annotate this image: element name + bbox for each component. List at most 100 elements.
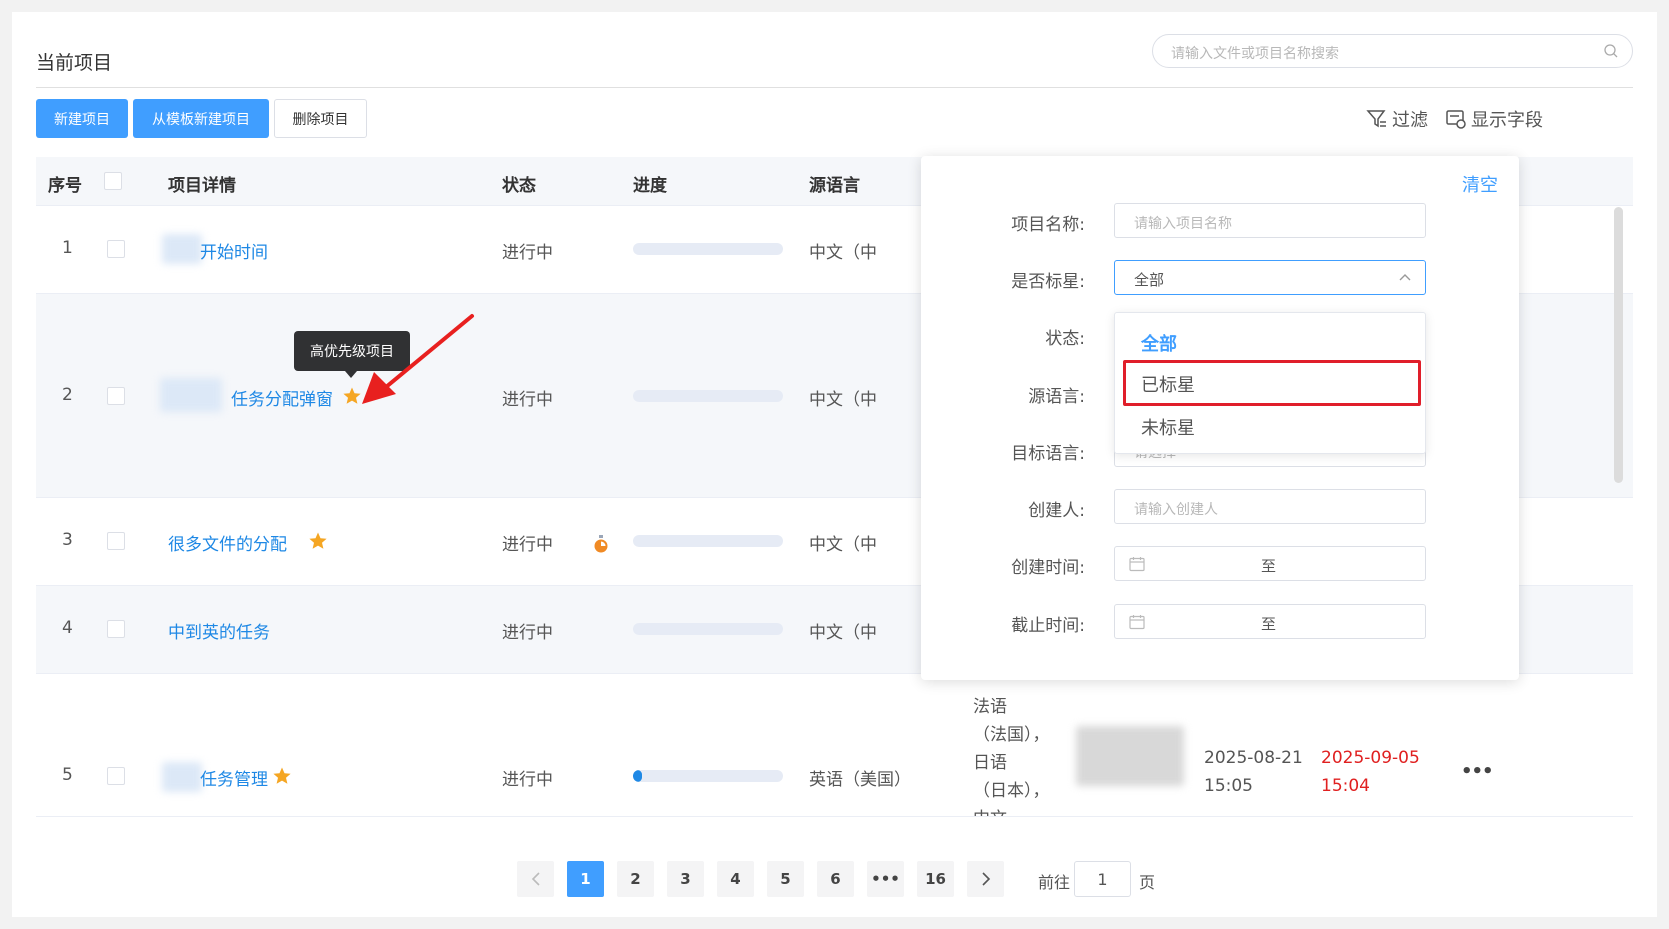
filter-button[interactable]: 过滤 bbox=[1366, 106, 1428, 132]
page-button[interactable]: 4 bbox=[717, 861, 754, 897]
row-index: 5 bbox=[62, 765, 73, 785]
project-link[interactable]: 任务管理 bbox=[200, 765, 268, 790]
goto-page-input[interactable]: 1 bbox=[1074, 861, 1131, 897]
next-page-button[interactable] bbox=[967, 861, 1004, 897]
star-icon[interactable] bbox=[308, 531, 328, 551]
column-header-status: 状态 bbox=[502, 176, 536, 196]
target-language-line: 日语 bbox=[973, 753, 1007, 773]
label-source-language: 源语言: bbox=[1028, 387, 1085, 407]
created-time-range[interactable]: 至 bbox=[1114, 546, 1426, 581]
range-separator: 至 bbox=[1261, 615, 1277, 633]
row-index: 2 bbox=[62, 385, 73, 405]
project-name-input[interactable]: 请输入项目名称 bbox=[1114, 203, 1426, 238]
status-text: 进行中 bbox=[502, 390, 553, 410]
vertical-scrollbar[interactable] bbox=[1614, 207, 1623, 483]
column-header-details: 项目详情 bbox=[168, 176, 236, 196]
deadline-time: 15:04 bbox=[1321, 776, 1370, 796]
row-checkbox[interactable] bbox=[107, 767, 125, 785]
project-link[interactable]: 任务分配弹窗 bbox=[231, 385, 333, 410]
progress-fill bbox=[633, 770, 642, 782]
row-checkbox[interactable] bbox=[107, 620, 125, 638]
blurred-thumbnail bbox=[162, 762, 202, 792]
source-language: 英语（美国） bbox=[809, 770, 911, 790]
option-unstarred[interactable]: 未标星 bbox=[1141, 414, 1195, 440]
target-language-line: （日本）， bbox=[973, 781, 1050, 801]
deadline-range[interactable]: 至 bbox=[1114, 604, 1426, 639]
delete-project-button[interactable]: 删除项目 bbox=[274, 99, 367, 138]
table-row[interactable]: 5 任务管理 进行中 英语（美国） 法语 （法国）， 日语 （日本）， 中文 2… bbox=[36, 674, 1633, 817]
goto-label: 前往 bbox=[1038, 873, 1071, 892]
source-language: 中文（中 bbox=[809, 243, 877, 263]
target-language-line: （法国）， bbox=[973, 725, 1050, 745]
created-date: 2025-08-21 bbox=[1204, 748, 1303, 768]
range-separator: 至 bbox=[1261, 557, 1277, 575]
label-target-language: 目标语言: bbox=[1011, 444, 1085, 464]
chevron-left-icon bbox=[531, 872, 540, 886]
label-created-time: 创建时间: bbox=[1011, 558, 1085, 578]
progress-bar bbox=[633, 390, 783, 402]
page-title: 当前项目 bbox=[36, 52, 113, 74]
progress-bar bbox=[633, 535, 783, 547]
row-index: 4 bbox=[62, 618, 73, 638]
creator-input[interactable]: 请输入创建人 bbox=[1114, 489, 1426, 524]
row-checkbox[interactable] bbox=[107, 387, 125, 405]
project-link[interactable]: 中到英的任务 bbox=[168, 618, 270, 643]
option-all[interactable]: 全部 bbox=[1141, 330, 1177, 356]
row-index: 1 bbox=[62, 238, 73, 258]
project-link[interactable]: 开始时间 bbox=[200, 238, 268, 263]
row-checkbox[interactable] bbox=[107, 240, 125, 258]
page-button[interactable]: 5 bbox=[767, 861, 804, 897]
star-icon[interactable] bbox=[272, 766, 292, 786]
timer-icon bbox=[594, 535, 608, 553]
more-actions-button[interactable]: ••• bbox=[1461, 761, 1494, 782]
highlight-box bbox=[1123, 360, 1421, 406]
source-language: 中文（中 bbox=[809, 390, 877, 410]
starred-select[interactable]: 全部 bbox=[1114, 260, 1426, 295]
page-button[interactable]: 1 bbox=[567, 861, 604, 897]
calendar-icon bbox=[1129, 557, 1145, 572]
display-fields-label: 显示字段 bbox=[1471, 110, 1543, 131]
calendar-icon bbox=[1129, 615, 1145, 630]
progress-bar bbox=[633, 243, 783, 255]
column-header-progress: 进度 bbox=[633, 176, 667, 196]
deadline-date: 2025-09-05 bbox=[1321, 748, 1420, 768]
search-input[interactable]: 请输入文件或项目名称搜索 bbox=[1152, 34, 1633, 68]
filter-label: 过滤 bbox=[1392, 110, 1428, 131]
page-button[interactable]: 2 bbox=[617, 861, 654, 897]
search-placeholder: 请输入文件或项目名称搜索 bbox=[1171, 46, 1339, 62]
starred-dropdown: 全部 已标星 未标星 bbox=[1114, 312, 1426, 454]
prev-page-button[interactable] bbox=[517, 861, 554, 897]
page-button[interactable]: 6 bbox=[817, 861, 854, 897]
target-language-line: 中文 bbox=[973, 804, 1007, 816]
created-time: 15:05 bbox=[1204, 776, 1253, 796]
page-ellipsis[interactable]: ••• bbox=[867, 861, 904, 897]
blurred-thumbnail bbox=[162, 234, 202, 264]
progress-bar bbox=[633, 770, 783, 782]
target-language-line: 法语 bbox=[973, 697, 1007, 717]
row-checkbox[interactable] bbox=[107, 532, 125, 550]
project-link[interactable]: 很多文件的分配 bbox=[168, 530, 287, 555]
source-language: 中文（中 bbox=[809, 623, 877, 643]
blurred-thumbnail bbox=[160, 378, 222, 412]
header-divider bbox=[36, 87, 1633, 88]
filter-icon bbox=[1366, 110, 1386, 128]
page-button[interactable]: 3 bbox=[667, 861, 704, 897]
display-fields-icon bbox=[1446, 110, 1466, 129]
column-header-source-language: 源语言 bbox=[809, 176, 860, 196]
display-fields-button[interactable]: 显示字段 bbox=[1445, 106, 1543, 132]
chevron-right-icon bbox=[981, 872, 990, 886]
clear-filters-button[interactable]: 清空 bbox=[1462, 171, 1498, 197]
new-project-button[interactable]: 新建项目 bbox=[36, 99, 128, 138]
label-creator: 创建人: bbox=[1028, 501, 1085, 521]
column-header-index: 序号 bbox=[48, 176, 82, 196]
page-button[interactable]: 16 bbox=[917, 861, 954, 897]
new-from-template-button[interactable]: 从模板新建项目 bbox=[133, 99, 269, 138]
blurred-creator bbox=[1076, 726, 1184, 786]
search-icon[interactable] bbox=[1604, 44, 1618, 58]
label-project-name: 项目名称: bbox=[1011, 215, 1085, 235]
creator-placeholder: 请输入创建人 bbox=[1134, 502, 1218, 518]
label-deadline: 截止时间: bbox=[1011, 616, 1085, 636]
status-text: 进行中 bbox=[502, 535, 553, 555]
select-all-checkbox[interactable] bbox=[104, 172, 122, 190]
project-name-placeholder: 请输入项目名称 bbox=[1134, 216, 1232, 232]
